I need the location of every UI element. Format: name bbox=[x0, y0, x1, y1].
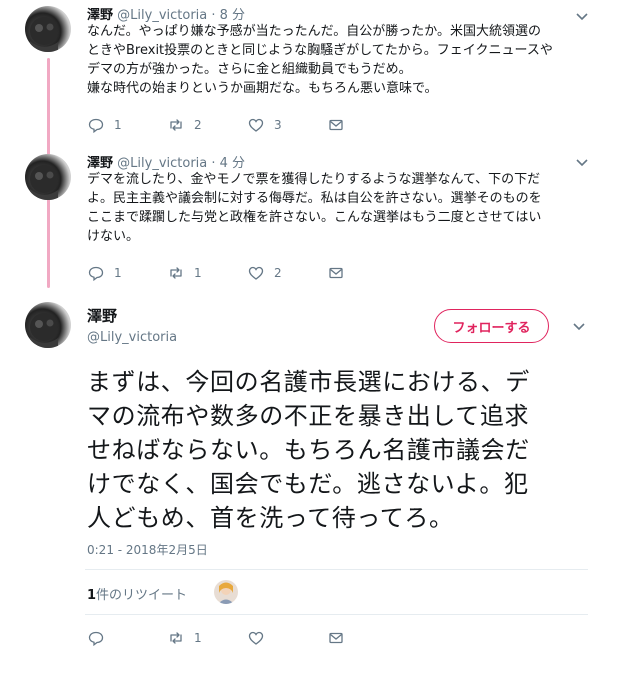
retweet-stats[interactable]: 1件のリツイート bbox=[87, 584, 187, 603]
tweet-text: なんだ。やっぱり嫌な予感が当たったんだ。自公が勝ったか。米国大統領選の ときやB… bbox=[87, 24, 553, 96]
display-name[interactable]: 澤野 bbox=[87, 305, 117, 326]
like-button[interactable]: 2 bbox=[248, 264, 282, 282]
chevron-down-icon[interactable] bbox=[571, 318, 587, 334]
retweet-count: 1 bbox=[194, 631, 202, 645]
retweet-icon bbox=[170, 119, 182, 131]
like-count: 2 bbox=[274, 266, 282, 280]
handle[interactable]: @Lily_victoria bbox=[117, 156, 207, 171]
relative-time[interactable]: · 4 分 bbox=[211, 156, 245, 171]
retweet-count: 2 bbox=[194, 118, 202, 132]
display-name[interactable]: 澤野 bbox=[87, 156, 113, 171]
handle[interactable]: @Lily_victoria bbox=[117, 8, 207, 23]
retweeter-avatar[interactable] bbox=[214, 580, 238, 604]
like-button[interactable]: 3 bbox=[248, 116, 282, 134]
tweet-header: 澤野 @Lily_victoria · 8 分 bbox=[87, 4, 245, 23]
display-name[interactable]: 澤野 bbox=[87, 8, 113, 23]
retweets-count: 1 bbox=[87, 588, 97, 603]
reply-count: 1 bbox=[114, 118, 122, 132]
avatar[interactable] bbox=[25, 302, 71, 348]
tweet-text: まずは、今回の名護市長選における、デ マの流布や数多の不正を暴き出して追求 せね… bbox=[87, 368, 530, 532]
reply-icon bbox=[88, 118, 104, 133]
reply-button[interactable] bbox=[88, 629, 114, 647]
reply-button[interactable]: 1 bbox=[88, 116, 122, 134]
like-icon bbox=[248, 118, 264, 132]
tweet-timestamp[interactable]: 0:21 - 2018年2月5日 bbox=[87, 541, 208, 558]
tweet-actions: 1 bbox=[88, 629, 358, 647]
avatar[interactable] bbox=[25, 154, 71, 200]
tweet-header: 澤野 @Lily_victoria · 4 分 bbox=[87, 152, 245, 171]
retweet-button[interactable]: 2 bbox=[168, 116, 202, 134]
dm-button[interactable] bbox=[328, 629, 344, 647]
reply-button[interactable]: 1 bbox=[88, 264, 122, 282]
retweet-button[interactable]: 1 bbox=[168, 264, 202, 282]
relative-time[interactable]: · 8 分 bbox=[211, 8, 245, 23]
retweet-icon bbox=[170, 632, 182, 644]
retweet-button[interactable]: 1 bbox=[168, 629, 202, 647]
retweet-count: 1 bbox=[194, 266, 202, 280]
dm-button[interactable] bbox=[328, 264, 344, 282]
like-icon bbox=[248, 631, 264, 645]
handle[interactable]: @Lily_victoria bbox=[87, 330, 177, 345]
retweets-label: 件のリツイート bbox=[96, 588, 188, 603]
reply-count: 1 bbox=[114, 266, 122, 280]
divider bbox=[85, 614, 588, 615]
dm-button[interactable] bbox=[328, 116, 344, 134]
like-icon bbox=[248, 266, 264, 280]
like-button[interactable] bbox=[248, 629, 274, 647]
like-count: 3 bbox=[274, 118, 282, 132]
dm-icon bbox=[329, 267, 343, 279]
dm-icon bbox=[329, 119, 343, 131]
dm-icon bbox=[329, 632, 343, 644]
divider bbox=[85, 569, 588, 570]
tweet-actions: 1 1 2 bbox=[88, 264, 358, 282]
chevron-down-icon[interactable] bbox=[574, 8, 590, 24]
chevron-down-icon[interactable] bbox=[574, 154, 590, 170]
tweet-text: デマを流したり、金やモノで票を獲得したりするような選挙なんて、下の下だ よ。民主… bbox=[87, 172, 542, 244]
reply-icon bbox=[88, 631, 104, 646]
avatar[interactable] bbox=[25, 6, 71, 52]
retweet-icon bbox=[170, 267, 182, 279]
tweet-actions: 1 2 3 bbox=[88, 116, 358, 134]
follow-button[interactable]: フォローする bbox=[434, 309, 549, 343]
reply-icon bbox=[88, 266, 104, 281]
